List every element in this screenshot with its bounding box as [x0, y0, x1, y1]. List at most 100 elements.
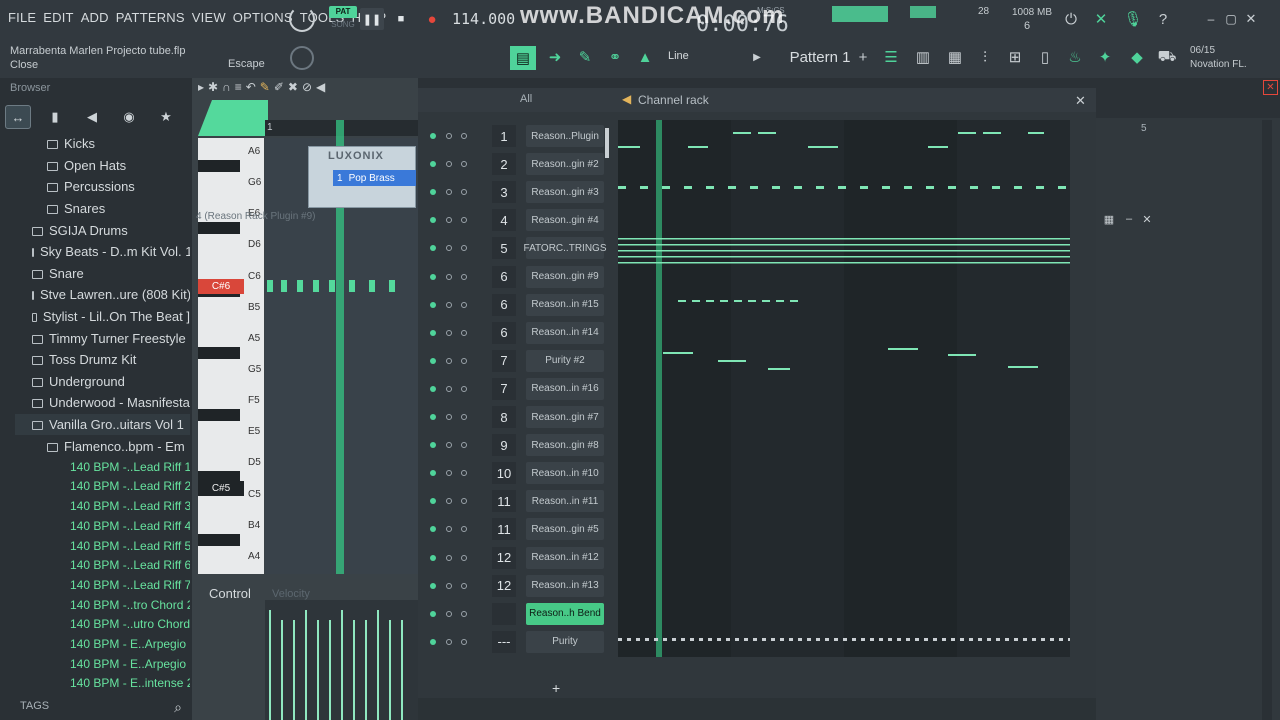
channel-name-button[interactable]: Reason..in #16 — [526, 377, 604, 400]
velocity-bar[interactable] — [269, 610, 271, 720]
tab-files-icon[interactable]: ▮ — [42, 105, 68, 129]
channel-volume-knob[interactable] — [461, 217, 467, 224]
tab-audio-icon[interactable]: ◀ — [79, 105, 105, 129]
browser-folder[interactable]: Snares — [15, 198, 190, 220]
close-icon[interactable]: ✕ — [1263, 80, 1278, 95]
channel-row[interactable]: 9 Reason..gin #8 — [424, 432, 614, 458]
mixer-track-number[interactable]: 3 — [492, 181, 516, 204]
channel-name-button[interactable]: Reason..Plugin — [526, 125, 604, 147]
channel-pan-knob[interactable] — [446, 217, 452, 224]
mixer-track-number[interactable]: 6 — [492, 265, 516, 288]
channel-rack-icon[interactable]: ▥ — [912, 46, 934, 68]
midi-note[interactable] — [281, 280, 287, 292]
velocity-bar[interactable] — [353, 620, 355, 720]
sliders-icon[interactable]: ⫶ — [974, 46, 996, 68]
mixer-track-number[interactable]: 8 — [492, 406, 516, 428]
search-icon[interactable]: ⌕ — [167, 696, 189, 718]
channel-enable-led[interactable] — [430, 582, 436, 589]
channel-name-button[interactable]: Reason..in #15 — [526, 293, 604, 316]
channel-enable-led[interactable] — [430, 498, 436, 505]
channel-row[interactable]: 12 Reason..in #13 — [424, 573, 614, 599]
channel-enable-led[interactable] — [430, 133, 436, 139]
midi-note[interactable] — [369, 280, 375, 292]
mixer-track-number[interactable]: 10 — [492, 462, 516, 485]
add-channel-button[interactable]: + — [552, 680, 560, 696]
channel-volume-knob[interactable] — [461, 414, 467, 420]
channel-enable-led[interactable] — [430, 357, 436, 364]
midi-note[interactable] — [313, 280, 319, 292]
master-volume-knob[interactable] — [289, 6, 315, 32]
channel-volume-knob[interactable] — [461, 357, 467, 364]
menu-icon[interactable]: ≡ — [235, 80, 242, 98]
browser-file[interactable]: 140 BPM -..Lead Riff 6 — [15, 555, 190, 575]
tab-all-icon[interactable]: ↔ — [5, 105, 31, 129]
browser-folder[interactable]: Stve Lawren..ure (808 Kit) — [15, 284, 190, 306]
channel-volume-knob[interactable] — [461, 638, 467, 645]
add-pattern-button[interactable]: + — [852, 46, 874, 68]
browser-file[interactable]: 140 BPM -..utro Chord — [15, 614, 190, 634]
pitch-knob[interactable] — [290, 46, 314, 70]
channel-enable-led[interactable] — [430, 301, 436, 308]
browser-file[interactable]: 140 BPM - E..intense 2 — [15, 673, 190, 693]
channel-enable-led[interactable] — [430, 273, 436, 280]
tree-icon[interactable]: ⊞ — [1004, 46, 1026, 68]
piano-roll-icon[interactable]: ▤ — [510, 46, 536, 70]
channel-row[interactable]: 1 Reason..Plugin — [424, 123, 614, 149]
arrow-right-icon[interactable]: ➜ — [544, 46, 566, 68]
maximize-icon[interactable]: ▢ — [1220, 8, 1242, 30]
undo-icon[interactable]: ↶ — [246, 80, 256, 98]
velocity-bar[interactable] — [389, 620, 391, 720]
browser-folder[interactable]: Open Hats — [15, 155, 190, 177]
close-icon[interactable]: ✕ — [1136, 208, 1158, 230]
channel-name-button[interactable]: Purity #2 — [526, 349, 604, 372]
channel-pan-knob[interactable] — [446, 582, 452, 589]
drop-icon[interactable]: ◆ — [1126, 46, 1148, 68]
mute-icon[interactable]: ⊘ — [302, 80, 312, 98]
channel-pan-knob[interactable] — [446, 273, 452, 280]
midi-note[interactable] — [297, 280, 303, 292]
channel-pan-knob[interactable] — [446, 357, 452, 364]
mixer-track-number[interactable]: 6 — [492, 321, 516, 344]
browser-file[interactable]: 140 BPM -..Lead Riff 1 — [15, 457, 190, 477]
speaker-icon[interactable]: ◀ — [316, 80, 325, 98]
channel-pan-knob[interactable] — [446, 161, 452, 168]
rack-scrollbar[interactable] — [605, 128, 609, 158]
link-icon[interactable]: ⚭ — [604, 46, 626, 68]
cart-icon[interactable]: ⛟ — [1156, 46, 1178, 68]
mixer-track-number[interactable]: 9 — [492, 434, 516, 457]
mixer-track-number[interactable] — [492, 602, 516, 625]
velocity-bar[interactable] — [401, 620, 403, 720]
black-key[interactable] — [198, 160, 240, 172]
channel-row[interactable]: 6 Reason..in #15 — [424, 292, 614, 318]
channel-pan-knob[interactable] — [446, 189, 452, 196]
close-icon[interactable]: ✕ — [1075, 93, 1086, 109]
record-button[interactable]: ● — [420, 8, 444, 30]
mixer-track-number[interactable]: 4 — [492, 209, 516, 232]
midi-note[interactable] — [349, 280, 355, 292]
microphone-icon[interactable]: 🎙 — [1122, 8, 1144, 30]
channel-volume-knob[interactable] — [461, 329, 467, 336]
channel-enable-led[interactable] — [430, 245, 436, 252]
channel-volume-knob[interactable] — [461, 385, 467, 392]
velocity-bar[interactable] — [305, 610, 307, 720]
highlighted-key[interactable]: C#6 — [198, 279, 244, 294]
help-icon[interactable]: ? — [1152, 8, 1174, 30]
menu-item-view[interactable]: VIEW — [192, 10, 226, 25]
pencil-icon[interactable]: ✎ — [260, 80, 270, 98]
channel-name-button[interactable]: Reason..gin #5 — [526, 518, 604, 541]
channel-row[interactable]: 12 Reason..in #12 — [424, 545, 614, 571]
wand-icon[interactable]: ✦ — [1094, 46, 1116, 68]
channel-enable-led[interactable] — [430, 442, 436, 449]
channel-pan-knob[interactable] — [446, 498, 452, 505]
stop-button[interactable]: ■ — [390, 8, 412, 30]
play-button[interactable]: ❚❚ — [360, 8, 384, 30]
browser-folder[interactable]: Vanilla Gro..uitars Vol 1 — [15, 413, 190, 436]
channel-enable-led[interactable] — [430, 526, 436, 533]
channel-pan-knob[interactable] — [446, 301, 452, 308]
channel-row[interactable]: 7 Purity #2 — [424, 348, 614, 374]
play-icon[interactable]: ▸ — [198, 80, 204, 98]
piano-keyboard[interactable]: A6 G6 E6 D6 C6 B5 A5 G5 F5 E5 D5 C5 B4 A4 — [198, 138, 264, 574]
velocity-bar[interactable] — [293, 620, 295, 720]
channel-enable-led[interactable] — [430, 161, 436, 168]
channel-enable-led[interactable] — [430, 189, 436, 196]
